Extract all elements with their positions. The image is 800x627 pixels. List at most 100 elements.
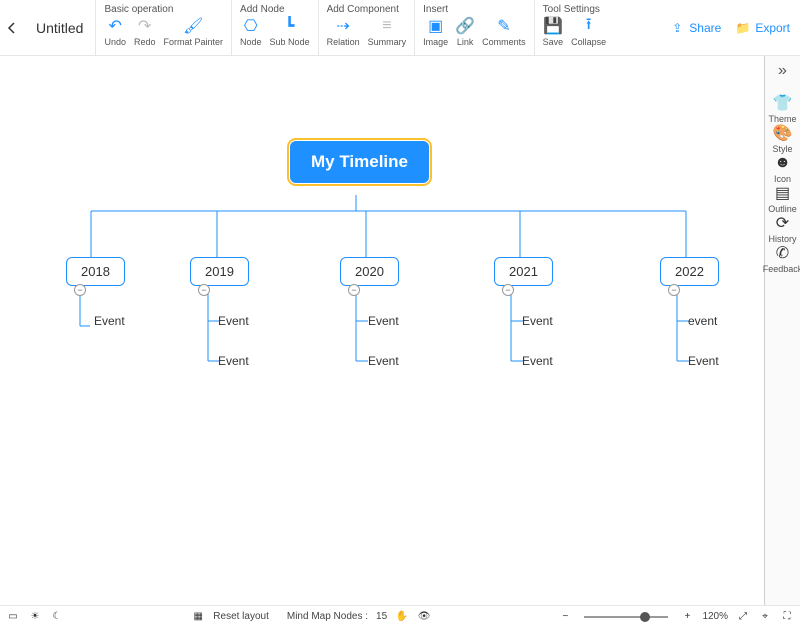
year-node[interactable]: 2022 — [660, 257, 719, 286]
image-button[interactable]: ▣ Image — [423, 17, 448, 47]
sp-label: Feedback — [763, 264, 800, 274]
item-label: Redo — [134, 37, 156, 47]
undo-button[interactable]: ↶ Undo — [104, 17, 126, 47]
center-icon[interactable]: ⌖ — [758, 610, 772, 624]
collapse-toggle[interactable]: − — [502, 284, 514, 296]
reset-layout-button[interactable]: Reset layout — [213, 611, 269, 622]
relation-button[interactable]: ⇢Relation — [327, 17, 360, 47]
item-label: Image — [423, 37, 448, 47]
zoom-value: 120% — [702, 611, 728, 622]
year-node[interactable]: 2021 — [494, 257, 553, 286]
zoom-in-button[interactable]: + — [680, 610, 694, 624]
layout-icon[interactable]: ▦ — [191, 610, 205, 624]
leaf-node[interactable]: Event — [522, 354, 553, 368]
hand-icon[interactable]: ✋ — [395, 610, 409, 624]
icon-icon: ☻ — [774, 154, 792, 172]
outline-icon: ▤ — [774, 184, 792, 202]
icon-button[interactable]: ☻Icon — [763, 154, 800, 184]
item-label: Sub Node — [270, 37, 310, 47]
add-subnode-icon: ┗ — [281, 17, 299, 35]
leaf-node[interactable]: Event — [688, 354, 719, 368]
canvas[interactable]: My Timeline 2018−Event2019−EventEvent202… — [0, 56, 764, 605]
feedback-icon: ✆ — [774, 244, 792, 262]
history-button[interactable]: ⟳History — [763, 214, 800, 244]
add-node-button[interactable]: ⎔Node — [240, 17, 262, 47]
toolbar-group: Insert ▣ Image 🔗Link ✎Comments — [414, 0, 534, 55]
nodes-label: Mind Map Nodes : — [287, 611, 368, 622]
collapse-icon: ⭱ — [580, 17, 598, 35]
share-label: Share — [689, 21, 721, 35]
export-icon: 📁 — [735, 20, 751, 36]
link-button[interactable]: 🔗Link — [456, 17, 474, 47]
item-label: Collapse — [571, 37, 606, 47]
add-subnode-button[interactable]: ┗ Sub Node — [270, 17, 310, 47]
group-title: Add Component — [327, 4, 407, 15]
year-node[interactable]: 2020 — [340, 257, 399, 286]
leaf-node[interactable]: Event — [522, 314, 553, 328]
save-icon: 💾 — [544, 17, 562, 35]
root-node[interactable]: My Timeline — [290, 141, 429, 183]
link-icon: 🔗 — [456, 17, 474, 35]
sp-label: Style — [772, 144, 792, 154]
comments-button[interactable]: ✎Comments — [482, 17, 526, 47]
share-button[interactable]: ⇪ Share — [669, 20, 721, 36]
leaf-node[interactable]: Event — [368, 314, 399, 328]
leaf-node[interactable]: Event — [94, 314, 125, 328]
collapse-toggle[interactable]: − — [74, 284, 86, 296]
dark-icon[interactable]: ☾ — [50, 610, 64, 624]
side-panel: » 👕Theme🎨 Style☻Icon▤Outline⟳History✆ Feed… — [764, 56, 800, 605]
back-button[interactable] — [0, 0, 24, 55]
format-painter-button[interactable]: 🖌Format Painter — [164, 17, 224, 47]
style-button[interactable]: 🎨 Style — [763, 124, 800, 154]
item-label: Undo — [104, 37, 126, 47]
panel-collapse-icon[interactable]: » — [778, 62, 787, 80]
theme-icon: 👕 — [774, 94, 792, 112]
share-icon: ⇪ — [669, 20, 685, 36]
toolbar-group: Add Node ⎔Node ┗ Sub Node — [231, 0, 318, 55]
group-title: Tool Settings — [543, 4, 607, 15]
collapse-button[interactable]: ⭱ Collapse — [571, 17, 606, 47]
group-title: Add Node — [240, 4, 310, 15]
zoom-slider[interactable] — [584, 616, 668, 618]
year-node[interactable]: 2019 — [190, 257, 249, 286]
year-node[interactable]: 2018 — [66, 257, 125, 286]
collapse-toggle[interactable]: − — [348, 284, 360, 296]
group-title: Insert — [423, 4, 526, 15]
redo-button: ↷ Redo — [134, 17, 156, 47]
leaf-node[interactable]: event — [688, 314, 717, 328]
toolbar-group: Tool Settings 💾Save ⭱ Collapse — [534, 0, 615, 55]
present-icon[interactable]: ▭ — [6, 610, 20, 624]
redo-icon: ↷ — [136, 17, 154, 35]
image-icon: ▣ — [427, 17, 445, 35]
theme-button[interactable]: 👕Theme — [763, 94, 800, 124]
leaf-node[interactable]: Event — [218, 314, 249, 328]
toolbar: Untitled Basic operation ↶ Undo ↷ Redo 🖌Forma… — [0, 0, 800, 56]
eye-icon[interactable]: 👁 — [417, 610, 431, 624]
collapse-toggle[interactable]: − — [668, 284, 680, 296]
bottom-bar: ▭ ☀ ☾ ▦ Reset layout Mind Map Nodes : 15… — [0, 605, 800, 627]
comments-icon: ✎ — [495, 17, 513, 35]
document-title[interactable]: Untitled — [24, 0, 95, 55]
leaf-node[interactable]: Event — [368, 354, 399, 368]
summary-icon: ≡ — [378, 17, 396, 35]
save-button[interactable]: 💾Save — [543, 17, 564, 47]
feedback-button[interactable]: ✆ Feedback — [763, 244, 800, 274]
leaf-node[interactable]: Event — [218, 354, 249, 368]
item-label: Format Painter — [164, 37, 224, 47]
export-button[interactable]: 📁 Export — [735, 20, 790, 36]
item-label: Summary — [368, 37, 407, 47]
outline-button[interactable]: ▤Outline — [763, 184, 800, 214]
summary-button: ≡ Summary — [368, 17, 407, 47]
add-node-icon: ⎔ — [242, 17, 260, 35]
undo-icon: ↶ — [106, 17, 124, 35]
collapse-toggle[interactable]: − — [198, 284, 210, 296]
group-title: Basic operation — [104, 4, 223, 15]
fullscreen-icon[interactable]: ⛶ — [780, 610, 794, 624]
export-label: Export — [755, 21, 790, 35]
toolbar-right: ⇪ Share 📁 Export — [669, 0, 800, 55]
zoom-out-button[interactable]: − — [558, 610, 572, 624]
style-icon: 🎨 — [774, 124, 792, 142]
fit-icon[interactable]: ⤢ — [736, 610, 750, 624]
bright-icon[interactable]: ☀ — [28, 610, 42, 624]
relation-icon: ⇢ — [334, 17, 352, 35]
